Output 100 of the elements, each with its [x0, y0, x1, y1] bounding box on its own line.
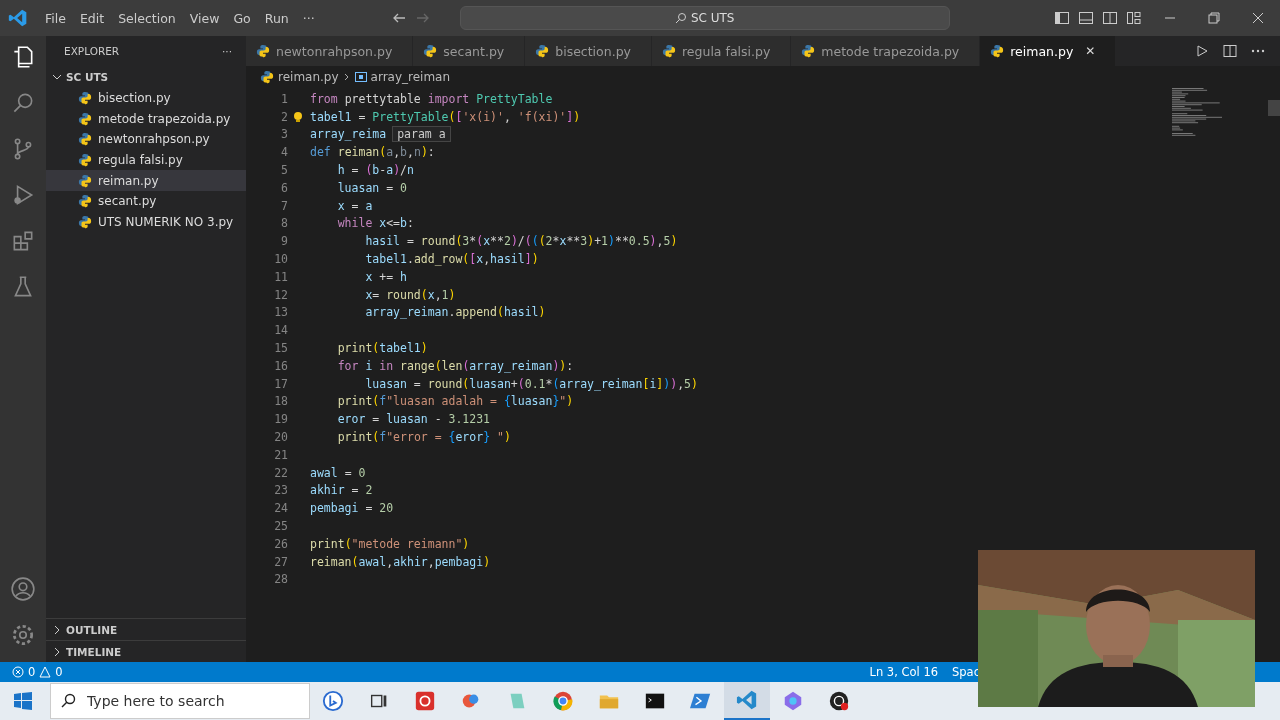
explorer-row[interactable]: newtonrahpson.py — [46, 129, 246, 150]
line-number: 25 — [273, 519, 288, 533]
code-line: x += h — [364, 269, 407, 284]
code-line: luasan = 0 — [336, 180, 407, 195]
explorer-row[interactable]: metode trapezoida.py — [46, 108, 246, 130]
python-file-icon — [801, 44, 816, 58]
variable-icon — [354, 72, 367, 82]
editor-tab[interactable]: metode trapezoida.py — [791, 36, 981, 66]
python-file-icon — [78, 132, 92, 147]
breadcrumb-item[interactable]: array_reiman — [370, 70, 451, 84]
line-number: 17 — [273, 376, 288, 391]
code-line: print("metode reimann") — [310, 536, 470, 551]
explorer-row[interactable]: regula falsi.py — [46, 149, 246, 171]
code-line: while x<=b: — [336, 216, 414, 231]
editor-tab[interactable]: regula falsi.py — [651, 36, 792, 66]
editor-tab[interactable]: newtonrahpson.py — [246, 36, 414, 66]
code-line: print(tabel1) — [336, 341, 428, 356]
menu-item[interactable]: Run — [257, 10, 296, 26]
line-number: 24 — [273, 501, 288, 516]
line-number: 5 — [280, 163, 288, 178]
close-tab-button[interactable]: ✕ — [1085, 44, 1096, 58]
code-line: for i in range(len(array_reiman)): — [336, 358, 574, 373]
code-line: akhir = 2 — [310, 483, 373, 498]
python-file-icon — [78, 173, 92, 188]
explorer-row[interactable]: secant.py — [46, 190, 246, 212]
line-number: 18 — [273, 394, 288, 409]
command-center-field[interactable]: SC UTS — [459, 6, 950, 30]
line-number: 2 — [280, 109, 288, 124]
run-icon[interactable] — [1194, 43, 1210, 59]
cursor-position[interactable]: Ln 3, Col 16 — [869, 665, 938, 679]
line-number: 15 — [273, 341, 288, 356]
split-editor-icon[interactable] — [1222, 43, 1238, 59]
code-line: def reiman(a,b,n): — [310, 145, 435, 160]
back-arrow-icon[interactable] — [391, 11, 406, 25]
menu-item[interactable]: View — [182, 10, 227, 26]
python-file-icon — [260, 70, 274, 84]
section-header[interactable]: OUTLINE — [46, 618, 246, 640]
chevron-icon — [342, 73, 351, 81]
code-line: x = a — [336, 198, 373, 213]
settings-icon[interactable] — [10, 622, 36, 648]
explorer-title: EXPLORER — [64, 45, 120, 57]
breadcrumb-item[interactable]: reiman.py — [278, 70, 339, 84]
scrollbar-thumb[interactable] — [1268, 100, 1280, 116]
more-actions-button[interactable]: ··· — [222, 45, 232, 57]
editor-tab[interactable]: bisection.py — [525, 36, 652, 66]
editor-tab[interactable]: reiman.py ✕ — [980, 36, 1117, 66]
python-file-icon — [78, 111, 92, 126]
line-number: 21 — [273, 447, 288, 462]
code-line: eror = luasan - 3.1231 — [336, 412, 491, 427]
start-icon[interactable] — [14, 692, 32, 710]
python-file-icon — [423, 44, 438, 58]
split-toggle-icon[interactable] — [1102, 10, 1118, 26]
explorer-row[interactable]: reiman.py — [46, 170, 246, 191]
code-line: pembagi = 20 — [310, 501, 394, 516]
lightbulb-icon[interactable] — [292, 110, 304, 123]
code-line: array_reiman.append(hasil) — [364, 305, 546, 320]
python-file-icon — [661, 44, 676, 58]
line-number: 9 — [280, 234, 288, 249]
line-number: 6 — [280, 180, 288, 195]
line-number: 13 — [273, 305, 288, 320]
code-line: tabel1.add_row([x,hasil]) — [364, 252, 539, 267]
line-number: 8 — [280, 216, 288, 231]
code-line: h = (b-a)/n — [336, 163, 414, 178]
warning-icon — [39, 666, 52, 678]
explorer-row[interactable]: UTS NUMERIK NO 3.py — [46, 211, 246, 233]
editor-tab[interactable]: secant.py — [413, 36, 526, 66]
line-number: 14 — [273, 323, 288, 338]
error-icon — [12, 666, 24, 678]
folder-row[interactable]: SC UTS — [46, 66, 246, 88]
warning-count[interactable]: 0 — [55, 665, 63, 679]
code-line: array_reima — [310, 127, 387, 142]
chevron-icon — [52, 72, 62, 82]
layout-icon[interactable] — [1126, 10, 1142, 26]
menu-item[interactable]: File — [38, 10, 73, 26]
code-line: awal = 0 — [310, 465, 366, 480]
menu-item[interactable]: Go — [226, 10, 258, 26]
python-file-icon — [78, 214, 92, 229]
indentation-status[interactable]: Spac — [952, 665, 980, 679]
python-file-icon — [535, 44, 550, 58]
python-file-icon — [256, 44, 270, 58]
close-icon[interactable] — [1250, 10, 1266, 26]
record-app-icon — [828, 690, 850, 712]
sidebar-toggle-icon[interactable] — [1054, 10, 1070, 26]
code-line: print(f"error = {eror} ") — [336, 430, 511, 445]
menu-item[interactable]: ··· — [295, 10, 322, 26]
taskbar-search-field[interactable]: Type here to search — [50, 683, 310, 719]
panel-toggle-icon[interactable] — [1078, 10, 1094, 26]
line-number: 10 — [273, 252, 288, 267]
code-line: from prettytable import PrettyTable — [310, 91, 553, 106]
line-number: 20 — [273, 430, 288, 445]
restore-icon[interactable] — [1206, 10, 1222, 26]
menu-item[interactable]: Selection — [111, 10, 183, 26]
code-line: luasan = round(luasan+(0.1*(array_reiman[i])),5) — [364, 376, 698, 391]
explorer-row[interactable]: bisection.py — [46, 88, 246, 109]
menu-item[interactable]: Edit — [72, 10, 112, 26]
code-editor-icon — [736, 689, 758, 711]
account-icon[interactable] — [10, 576, 36, 602]
line-number: 1 — [280, 91, 288, 106]
error-count[interactable]: 0 — [28, 665, 36, 679]
power-app-icon — [414, 690, 436, 712]
